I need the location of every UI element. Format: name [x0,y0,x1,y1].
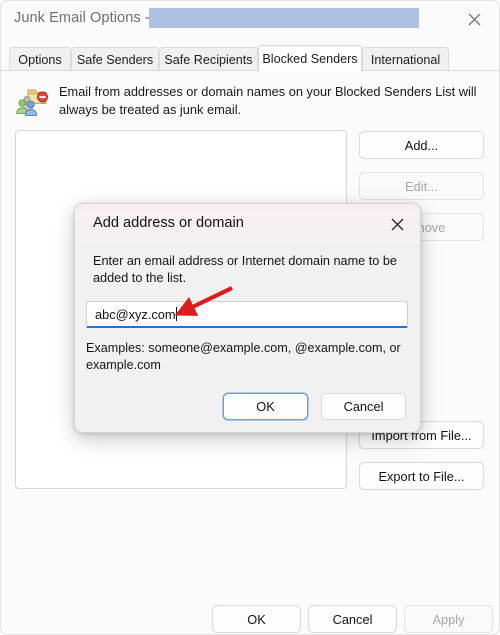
window-close-button[interactable] [453,4,495,35]
dialog-cancel-button[interactable]: Cancel [321,393,406,420]
window-title: Junk Email Options - [14,10,150,26]
dialog-ok-button[interactable]: OK [223,393,308,420]
add-address-or-domain-dialog: Add address or domain Enter an email add… [74,203,421,433]
close-icon [391,218,403,230]
edit-button: Edit... [359,172,484,200]
tab-international[interactable]: International [362,47,449,71]
tab-strip: Options Safe Senders Safe Recipients Blo… [1,45,499,71]
dialog-close-button[interactable] [382,210,412,238]
window-titlebar: Junk Email Options - [1,1,499,39]
cancel-button[interactable]: Cancel [308,605,397,633]
tab-safe-senders[interactable]: Safe Senders [71,47,159,71]
tab-safe-recipients[interactable]: Safe Recipients [159,47,258,71]
dialog-titlebar: Add address or domain [75,204,420,245]
address-input-value: abc@xyz.com [95,307,176,322]
title-redaction-bar [149,8,419,28]
tab-blocked-senders[interactable]: Blocked Senders [258,45,362,71]
dialog-body: Enter an email address or Internet domai… [75,245,420,432]
tab-options[interactable]: Options [9,47,71,71]
ok-button[interactable]: OK [212,605,301,633]
dialog-prompt-text: Enter an email address or Internet domai… [93,254,397,285]
dialog-title: Add address or domain [93,215,244,231]
close-icon [468,13,480,26]
text-caret [175,307,177,321]
blocked-senders-icon [15,85,49,117]
export-to-file-button[interactable]: Export to File... [359,462,484,490]
apply-button: Apply [404,605,493,633]
address-input-field[interactable]: abc@xyz.com [86,301,408,328]
window-footer: OK Cancel Apply [1,591,499,634]
panel-info-text: Email from addresses or domain names on … [59,84,477,117]
dialog-examples-text: Examples: someone@example.com, @example.… [86,341,401,372]
add-button[interactable]: Add... [359,131,484,159]
